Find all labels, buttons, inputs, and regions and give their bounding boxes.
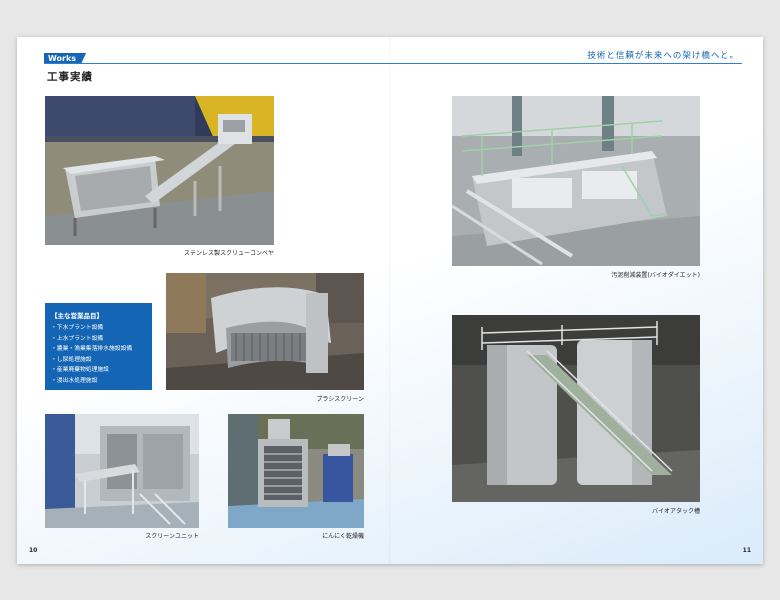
brochure-spread: Works 技術と信頼が未来への架け橋へと。 工事実績 ステンレス製スクリューコ… xyxy=(17,37,763,564)
caption-garlic-dryer: にんにく乾燥機 xyxy=(322,533,364,540)
product-list-box: 【主な営業品目】 ・下水プラント設備 ・上水プラント設備 ・農業・漁業集落排水施… xyxy=(45,303,152,390)
caption-sludge-reduction: 汚泥削減装置(バイオダイエット) xyxy=(611,272,700,279)
caption-screw-conveyor: ステンレス製スクリューコンベヤ xyxy=(183,250,274,257)
photo-sludge-reduction xyxy=(452,96,700,266)
photo-screen-unit xyxy=(45,414,199,528)
product-item: ・し尿処理施設 xyxy=(51,356,92,363)
page-number-right: 11 xyxy=(742,547,751,554)
slogan: 技術と信頼が未来への架け橋へと。 xyxy=(587,51,739,61)
product-item: ・農業・漁業集落排水施設設備 xyxy=(51,346,133,352)
page-title: 工事実績 xyxy=(47,71,93,83)
product-item: ・上水プラント設備 xyxy=(51,335,104,342)
header-rule xyxy=(44,63,742,64)
page-gutter xyxy=(389,37,391,564)
product-item: ・下水プラント設備 xyxy=(51,325,104,331)
caption-screen-unit: スクリーンユニット xyxy=(145,533,199,540)
photo-screw-conveyor xyxy=(45,96,274,245)
product-list-heading: 【主な営業品目】 xyxy=(51,312,103,320)
product-item: ・浸出水処理施設 xyxy=(51,377,98,384)
caption-bio-attack-tank: バイオアタック槽 xyxy=(651,508,700,515)
photo-bio-attack-tank xyxy=(452,315,700,502)
photo-garlic-dryer xyxy=(228,414,364,528)
page-number-left: 10 xyxy=(29,547,38,554)
photo-brush-screen xyxy=(166,273,364,390)
caption-brush-screen: ブラシスクリーン xyxy=(316,396,364,403)
product-list: ・下水プラント設備 ・上水プラント設備 ・農業・漁業集落排水施設設備 ・し尿処理… xyxy=(51,323,132,386)
product-item: ・産業廃棄物処理施設 xyxy=(51,367,109,373)
